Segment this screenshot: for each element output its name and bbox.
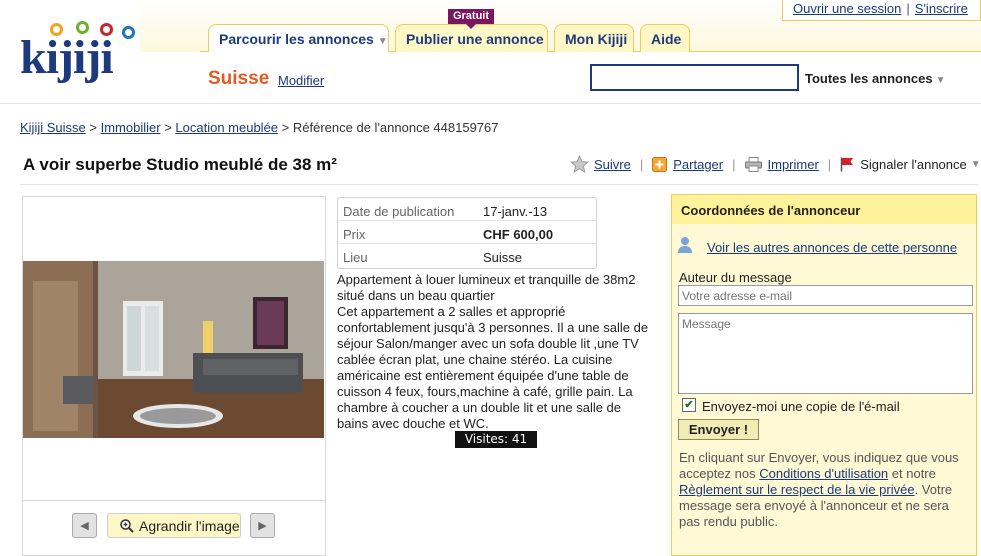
previous-image-button[interactable]: ◀: [72, 513, 97, 538]
session-separator: |: [906, 1, 910, 16]
report-label: Signaler l'annonce: [860, 156, 967, 172]
share-icon: [652, 156, 668, 172]
other-ads-link[interactable]: Voir les autres annonces de cette person…: [707, 240, 957, 255]
breadcrumb-separator: >: [89, 120, 97, 135]
chevron-down-icon: ▼: [970, 158, 981, 170]
message-field[interactable]: [678, 313, 973, 394]
person-icon: [677, 236, 693, 254]
region-modify-link[interactable]: Modifier: [278, 73, 324, 88]
star-icon: [570, 155, 589, 173]
tab-help[interactable]: Aide: [640, 24, 690, 52]
info-key: Lieu: [343, 250, 368, 265]
triangle-right-icon: ▶: [258, 520, 267, 532]
ad-actions: Suivre | Partager | Imprimer | Signaler …: [570, 153, 981, 175]
description-paragraph: Cet appartement a 2 salles et approprié …: [337, 304, 649, 431]
tab-help-label: Aide: [651, 31, 682, 47]
logo-dot-blue: [122, 26, 135, 39]
share-link[interactable]: Partager: [673, 157, 723, 172]
action-separator: |: [732, 156, 736, 172]
breadcrumb-item[interactable]: Immobilier: [101, 120, 161, 135]
info-row-location: Lieu Suisse: [338, 244, 596, 267]
apartment-photo[interactable]: [23, 261, 324, 438]
breadcrumb-item[interactable]: Kijiji Suisse: [20, 120, 86, 135]
zoom-in-icon: [120, 518, 134, 533]
search-scope-select[interactable]: Toutes les annonces ▼: [805, 71, 946, 86]
send-button[interactable]: Envoyer !: [678, 419, 759, 440]
chevron-down-icon: ▼: [935, 75, 946, 86]
ad-info-table: Date de publication 17-janv.-13 Prix CHF…: [337, 197, 597, 269]
report-action[interactable]: Signaler l'annonce ▼: [840, 156, 981, 172]
enlarge-image-button[interactable]: Agrandir l'image: [107, 513, 241, 538]
session-links: Ouvrir une session | S'inscrire: [782, 0, 981, 21]
contact-heading: Coordonnées de l'annonceur: [672, 195, 976, 224]
login-link[interactable]: Ouvrir une session: [793, 1, 901, 16]
print-action[interactable]: Imprimer: [744, 156, 819, 172]
printer-icon: [744, 156, 762, 172]
photo-controls-divider: [23, 500, 325, 501]
free-badge: Gratuit: [448, 9, 494, 29]
info-key: Date de publication: [343, 204, 455, 219]
breadcrumb-separator: >: [281, 120, 290, 135]
tab-browse-ads-label: Parcourir les annonces: [219, 31, 374, 47]
tab-my-kijiji-label: Mon Kijiji: [565, 31, 628, 47]
register-link[interactable]: S'inscrire: [915, 1, 968, 16]
info-key: Prix: [343, 227, 366, 242]
chevron-down-icon: ▼: [377, 36, 388, 47]
print-link[interactable]: Imprimer: [768, 157, 819, 172]
region-name: Suisse: [208, 68, 270, 89]
disclaimer-text: et notre: [888, 466, 936, 481]
logo-dot-green: [76, 21, 89, 34]
breadcrumb: Kijiji Suisse > Immobilier > Location me…: [20, 120, 499, 135]
info-row-price: Prix CHF 600,00: [338, 221, 596, 244]
triangle-left-icon: ◀: [80, 520, 89, 532]
action-separator: |: [827, 156, 832, 172]
copy-label: Envoyez-moi une copie de l'é-mail: [702, 399, 900, 414]
kijiji-logo[interactable]: kijiji: [20, 20, 140, 90]
terms-link[interactable]: Conditions d'utilisation: [759, 466, 888, 481]
search-input[interactable]: [590, 64, 799, 91]
follow-link[interactable]: Suivre: [594, 157, 631, 172]
ad-reference: Référence de l'annonce 448159767: [292, 120, 499, 135]
ad-description: Appartement à louer lumineux et tranquil…: [337, 272, 653, 432]
logo-dot-orange: [50, 23, 63, 36]
breadcrumb-separator: >: [164, 120, 172, 135]
info-row-date: Date de publication 17-janv.-13: [338, 198, 596, 221]
author-label: Auteur du message: [679, 270, 792, 285]
logo-dot-red: [100, 23, 113, 36]
follow-action[interactable]: Suivre: [570, 155, 631, 173]
page-title: A voir superbe Studio meublé de 38 m²: [23, 155, 337, 174]
action-separator: |: [639, 156, 644, 172]
description-paragraph: Appartement à louer lumineux et tranquil…: [337, 272, 636, 303]
email-field[interactable]: [678, 285, 973, 306]
info-value: 17-janv.-13: [483, 204, 548, 219]
info-value: Suisse: [483, 250, 523, 265]
breadcrumb-item[interactable]: Location meublée: [175, 120, 278, 135]
title-divider: [20, 184, 978, 185]
enlarge-image-label: Agrandir l'image: [139, 517, 240, 534]
copy-checkbox[interactable]: ✔: [682, 398, 696, 412]
privacy-link[interactable]: Règlement sur le respect de la vie privé…: [679, 482, 915, 497]
flag-icon: [840, 157, 854, 171]
next-image-button[interactable]: ▶: [250, 513, 275, 538]
visit-counter: Visites: 41: [455, 431, 537, 448]
share-action[interactable]: Partager: [652, 156, 723, 172]
tab-my-kijiji[interactable]: Mon Kijiji: [554, 24, 634, 52]
search-scope-label: Toutes les annonces: [805, 71, 933, 86]
contact-disclaimer: En cliquant sur Envoyer, vous indiquez q…: [679, 450, 969, 530]
checkmark-icon: ✔: [684, 399, 694, 411]
info-value: CHF 600,00: [483, 227, 554, 242]
tab-browse-ads[interactable]: Parcourir les annonces ▼: [208, 24, 389, 52]
header-divider: [0, 103, 981, 104]
logo-text: kijiji: [20, 31, 114, 84]
